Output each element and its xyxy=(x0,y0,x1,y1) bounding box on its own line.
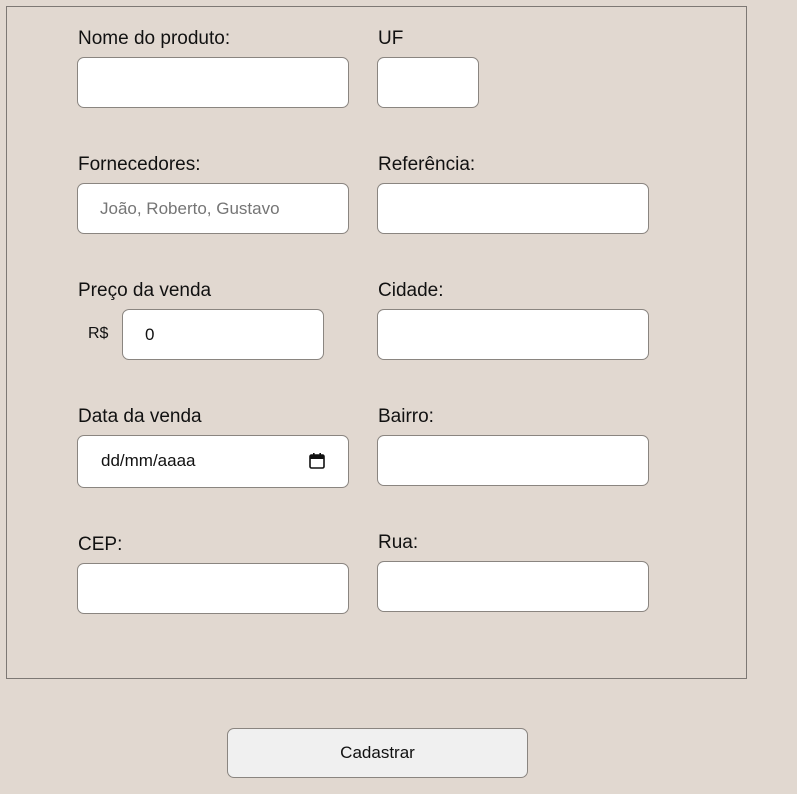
rua-input[interactable] xyxy=(377,561,649,612)
calendar-icon[interactable] xyxy=(309,453,325,469)
currency-prefix: R$ xyxy=(88,325,109,342)
bairro-input[interactable] xyxy=(377,435,649,486)
cep-input[interactable] xyxy=(77,563,349,614)
referencia-input[interactable] xyxy=(377,183,649,234)
cadastrar-button[interactable]: Cadastrar xyxy=(227,728,528,778)
date-value: dd/mm/aaaa xyxy=(101,451,196,470)
cep-label: CEP: xyxy=(78,534,123,555)
cidade-input[interactable] xyxy=(377,309,649,360)
data-venda-label: Data da venda xyxy=(78,406,202,427)
uf-input[interactable] xyxy=(377,57,479,108)
data-venda-input[interactable]: dd/mm/aaaa xyxy=(77,435,349,488)
nome-produto-input[interactable] xyxy=(77,57,349,108)
fornecedores-input[interactable] xyxy=(77,183,349,234)
preco-venda-label: Preço da venda xyxy=(78,280,212,301)
bairro-label: Bairro: xyxy=(378,406,434,427)
preco-venda-input[interactable] xyxy=(122,309,324,360)
cidade-label: Cidade: xyxy=(378,280,444,301)
fornecedores-label: Fornecedores: xyxy=(78,154,201,175)
referencia-label: Referência: xyxy=(378,154,476,175)
uf-label: UF xyxy=(378,28,404,49)
nome-produto-label: Nome do produto: xyxy=(78,28,231,49)
rua-label: Rua: xyxy=(378,532,419,553)
